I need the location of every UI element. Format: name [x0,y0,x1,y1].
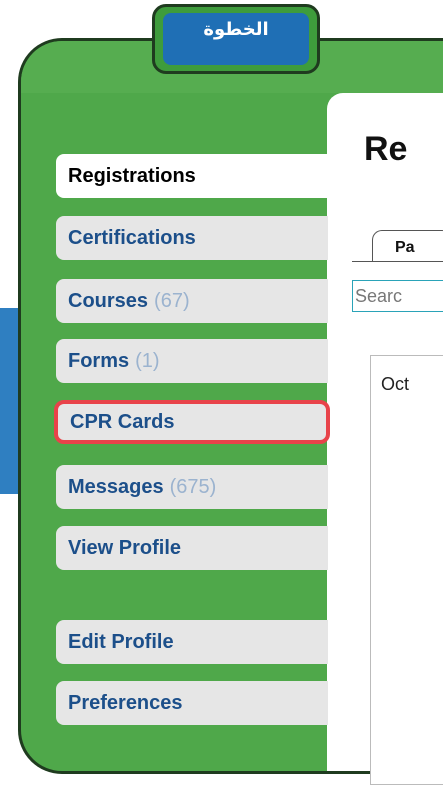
list-item[interactable]: Oct [381,374,409,394]
sidebar-item-preferences[interactable]: Preferences [56,681,328,725]
sidebar-item-certifications[interactable]: Certifications [56,216,328,260]
search-input[interactable]: Searc [352,280,443,312]
sidebar-item-label: Certifications [68,226,196,249]
sidebar-item-edit-profile[interactable]: Edit Profile [56,620,328,664]
tab-pa[interactable]: Pa [372,230,443,262]
sidebar-item-label: CPR Cards [70,410,175,433]
sidebar-item-label: Forms [68,349,130,372]
step-badge: الخطوة [152,4,320,74]
item-count: (675) [169,475,217,498]
left-edge-tab [0,308,20,494]
sidebar-item-cpr-cards[interactable]: CPR Cards [54,400,330,444]
item-count: (1) [135,349,160,372]
step-badge-label: الخطوة [163,13,309,65]
sidebar-item-label: Courses [68,289,149,312]
sidebar-item-messages[interactable]: Messages (675) [56,465,328,509]
sidebar-item-label: Preferences [68,691,183,714]
tab-underline [352,261,443,262]
sidebar-item-label: Messages [68,475,164,498]
sidebar-item-label: Registrations [68,164,196,187]
sidebar-item-label: Edit Profile [68,630,174,653]
page-title: Re [364,130,408,168]
sidebar-item-forms[interactable]: Forms (1) [56,339,328,383]
list-panel: Oct [370,355,443,785]
item-count: (67) [154,289,190,312]
sidebar-item-view-profile[interactable]: View Profile [56,526,328,570]
sidebar-item-registrations[interactable]: Registrations [56,154,332,198]
sidebar-item-courses[interactable]: Courses (67) [56,279,328,323]
sidebar-item-label: View Profile [68,536,182,559]
